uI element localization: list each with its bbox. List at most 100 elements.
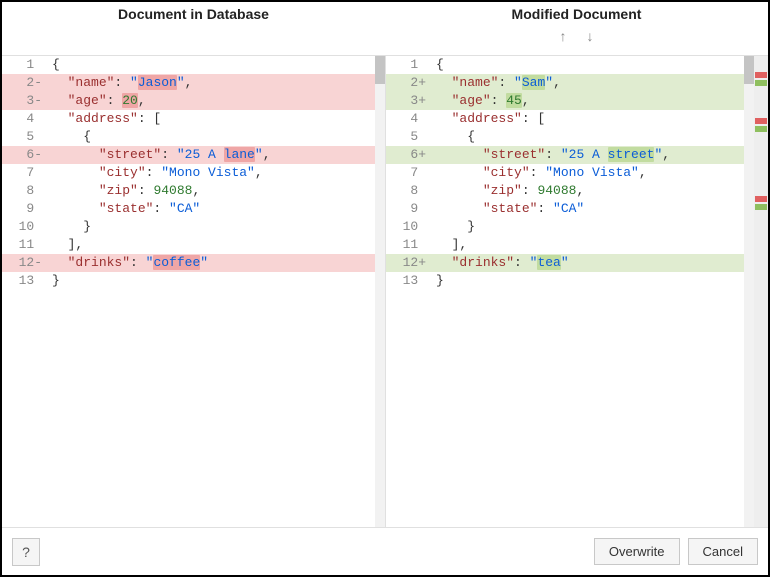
json-string: "Mono Vista": [545, 165, 639, 180]
json-punct: ,: [255, 165, 263, 180]
json-punct: [52, 255, 68, 270]
json-punct: :: [107, 93, 123, 108]
code-line: "drinks": "coffee": [48, 254, 375, 272]
code-line: "state": "CA": [48, 200, 375, 218]
left-scrollbar[interactable]: [375, 56, 385, 527]
minimap-removed-marker[interactable]: [755, 196, 767, 202]
code-line: "address": [: [48, 110, 375, 128]
json-key: "drinks": [452, 255, 514, 270]
json-string: "CA": [169, 201, 200, 216]
minimap-added-marker[interactable]: [755, 204, 767, 210]
json-string-removed: Jason: [138, 75, 177, 90]
json-punct: [436, 147, 483, 162]
next-diff-icon[interactable]: ↓: [587, 28, 594, 44]
line-number: 8: [2, 182, 48, 200]
code-line: "address": [: [432, 110, 744, 128]
json-punct: :: [491, 93, 507, 108]
json-punct: [436, 111, 452, 126]
line-number: 6-: [2, 146, 48, 164]
right-scrollbar[interactable]: [744, 56, 754, 527]
right-minimap[interactable]: [754, 56, 768, 527]
json-string-added: tea: [537, 255, 560, 270]
json-key: "drinks": [68, 255, 130, 270]
json-punct: ],: [52, 237, 83, 252]
header-left: Document in Database: [2, 2, 385, 55]
json-number-removed: 20: [122, 93, 138, 108]
json-punct: ,: [662, 147, 670, 162]
json-punct: :: [537, 201, 553, 216]
minimap-removed-marker[interactable]: [755, 118, 767, 124]
json-punct: : [: [522, 111, 545, 126]
line-number: 6+: [386, 146, 432, 164]
json-punct: [52, 75, 68, 90]
right-pane[interactable]: 1 2+ 3+ 4 5 6+ 7 8 9 10 11 12+13 { "name…: [385, 56, 768, 527]
json-string-added: Sam: [522, 75, 545, 90]
json-punct: :: [130, 255, 146, 270]
json-punct: [52, 147, 99, 162]
json-key: "state": [483, 201, 538, 216]
header-right-title: Modified Document: [512, 6, 642, 22]
json-punct: [52, 111, 68, 126]
right-scroll-thumb[interactable]: [744, 56, 754, 84]
left-scroll-thumb[interactable]: [375, 56, 385, 84]
json-punct: :: [522, 183, 538, 198]
json-punct: :: [153, 201, 169, 216]
json-string: ": [177, 75, 185, 90]
code-line: {: [432, 56, 744, 74]
json-key: "address": [452, 111, 522, 126]
json-number: 94088: [537, 183, 576, 198]
json-key: "age": [68, 93, 107, 108]
left-gutter: 1 2- 3- 4 5 6- 7 8 9 10 11 12-13: [2, 56, 48, 527]
right-code[interactable]: { "name": "Sam", "age": 45, "address": […: [432, 56, 744, 527]
json-punct: }: [52, 273, 60, 288]
left-code[interactable]: { "name": "Jason", "age": 20, "address":…: [48, 56, 375, 527]
json-string: ": [514, 75, 522, 90]
minimap-added-marker[interactable]: [755, 80, 767, 86]
code-line: ],: [432, 236, 744, 254]
json-key: "state": [99, 201, 154, 216]
json-punct: [436, 201, 483, 216]
json-key: "street": [99, 147, 161, 162]
json-punct: [52, 183, 99, 198]
diff-headers: Document in Database Modified Document ↑…: [2, 2, 768, 56]
right-gutter: 1 2+ 3+ 4 5 6+ 7 8 9 10 11 12+13: [386, 56, 432, 527]
line-number: 3+: [386, 92, 432, 110]
minimap-removed-marker[interactable]: [755, 72, 767, 78]
minimap-added-marker[interactable]: [755, 126, 767, 132]
json-punct: ,: [522, 93, 530, 108]
prev-diff-icon[interactable]: ↑: [560, 28, 567, 44]
code-line: }: [432, 218, 744, 236]
json-punct: :: [138, 183, 154, 198]
help-button[interactable]: ?: [12, 538, 40, 566]
cancel-button[interactable]: Cancel: [688, 538, 758, 565]
json-punct: [436, 165, 483, 180]
line-number: 13: [2, 272, 48, 290]
header-right: Modified Document ↑ ↓: [385, 2, 768, 55]
line-number: 12+: [386, 254, 432, 272]
json-string-removed: lane: [224, 147, 255, 162]
json-punct: :: [498, 75, 514, 90]
code-line: }: [48, 218, 375, 236]
json-punct: :: [114, 75, 130, 90]
json-punct: ,: [553, 75, 561, 90]
code-line: "age": 45,: [432, 92, 744, 110]
json-punct: }: [52, 219, 91, 234]
line-number: 7: [2, 164, 48, 182]
left-pane[interactable]: 1 2- 3- 4 5 6- 7 8 9 10 11 12-13 { "name…: [2, 56, 385, 527]
json-punct: ,: [185, 75, 193, 90]
code-line: "state": "CA": [432, 200, 744, 218]
json-string: ": [545, 75, 553, 90]
json-key: "zip": [483, 183, 522, 198]
code-line: "name": "Sam",: [432, 74, 744, 92]
code-line: "street": "25 A lane",: [48, 146, 375, 164]
line-number: 8: [386, 182, 432, 200]
json-key: "name": [68, 75, 115, 90]
code-line: "age": 20,: [48, 92, 375, 110]
footer: ? Overwrite Cancel: [2, 527, 768, 575]
line-number: 10: [2, 218, 48, 236]
line-number: 2-: [2, 74, 48, 92]
code-line: "city": "Mono Vista",: [432, 164, 744, 182]
line-number: 3-: [2, 92, 48, 110]
overwrite-button[interactable]: Overwrite: [594, 538, 680, 565]
json-string: "25 A: [177, 147, 224, 162]
